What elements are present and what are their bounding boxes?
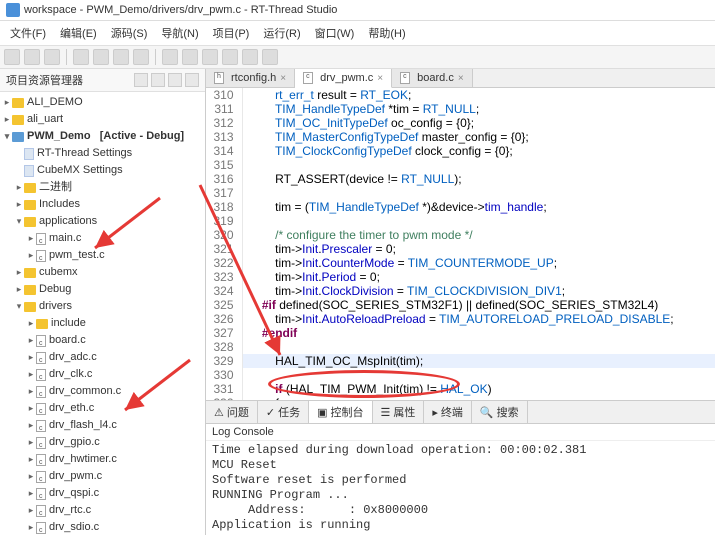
toolbar-button[interactable]	[133, 49, 149, 65]
panel-title: 项目资源管理器	[6, 72, 131, 88]
close-icon[interactable]: ×	[458, 73, 464, 84]
project-tree[interactable]: ▸ALI_DEMO ▸ali_uart ▾PWM_Demo [Active - …	[0, 92, 205, 535]
tree-file[interactable]: ▸drv_flash_l4.c	[0, 417, 205, 434]
editor-area: rtconfig.h× drv_pwm.c× board.c× 310 rt_e…	[206, 69, 715, 535]
tree-file[interactable]: ▸drv_qspi.c	[0, 485, 205, 502]
tree-item-cubemx-settings[interactable]: CubeMX Settings	[0, 162, 205, 179]
menu-help[interactable]: 帮助(H)	[362, 23, 411, 43]
editor-tab-bar: rtconfig.h× drv_pwm.c× board.c×	[206, 69, 715, 88]
window-title: workspace - PWM_Demo/drivers/drv_pwm.c -…	[24, 4, 337, 16]
toolbar-button[interactable]	[93, 49, 109, 65]
toolbar-button[interactable]	[182, 49, 198, 65]
tree-file[interactable]: ▸pwm_test.c	[0, 247, 205, 264]
tree-file-drv-pwm[interactable]: ▸drv_pwm.c	[0, 468, 205, 485]
tab-terminal[interactable]: ▸ 终端	[424, 401, 472, 423]
tab-drv-pwm[interactable]: drv_pwm.c×	[295, 69, 392, 88]
menu-file[interactable]: 文件(F)	[4, 23, 52, 43]
close-icon[interactable]: ×	[377, 73, 383, 84]
view-menu-icon[interactable]	[168, 73, 182, 87]
toolbar-button[interactable]	[202, 49, 218, 65]
toolbar-button[interactable]	[73, 49, 89, 65]
menu-edit[interactable]: 编辑(E)	[54, 23, 103, 43]
tree-folder[interactable]: ▸Includes	[0, 196, 205, 213]
project-explorer-panel: 项目资源管理器 ▸ALI_DEMO ▸ali_uart ▾PWM_Demo [A…	[0, 69, 206, 535]
tree-folder[interactable]: ▸cubemx	[0, 264, 205, 281]
tree-folder[interactable]: ▸二进制	[0, 179, 205, 196]
tab-tasks[interactable]: ✓ 任务	[258, 401, 309, 423]
tab-properties[interactable]: ☰ 属性	[373, 401, 425, 423]
tree-file[interactable]: ▸drv_gpio.c	[0, 434, 205, 451]
toolbar-button[interactable]	[113, 49, 129, 65]
main-toolbar	[0, 46, 715, 69]
tab-search[interactable]: 🔍 搜索	[472, 401, 528, 423]
menu-navigate[interactable]: 导航(N)	[155, 23, 204, 43]
minimize-icon[interactable]	[185, 73, 199, 87]
app-icon	[6, 3, 20, 17]
toolbar-button[interactable]	[242, 49, 258, 65]
tab-problems[interactable]: ⚠ 问题	[206, 401, 258, 423]
tree-folder[interactable]: ▸ALI_DEMO	[0, 94, 205, 111]
tree-file[interactable]: ▸drv_clk.c	[0, 366, 205, 383]
tab-board[interactable]: board.c×	[392, 69, 473, 87]
tab-console[interactable]: ▣ 控制台	[309, 401, 372, 423]
menu-run[interactable]: 运行(R)	[257, 23, 306, 43]
console-output[interactable]: Time elapsed during download operation: …	[206, 441, 715, 535]
menu-window[interactable]: 窗口(W)	[309, 23, 361, 43]
tree-file[interactable]: ▸drv_hwtimer.c	[0, 451, 205, 468]
tree-folder[interactable]: ▸ali_uart	[0, 111, 205, 128]
collapse-all-icon[interactable]	[151, 73, 165, 87]
tree-folder[interactable]: ▾applications	[0, 213, 205, 230]
close-icon[interactable]: ×	[280, 73, 286, 84]
tree-file[interactable]: ▸drv_sdio.c	[0, 519, 205, 535]
toolbar-button[interactable]	[222, 49, 238, 65]
window-titlebar: workspace - PWM_Demo/drivers/drv_pwm.c -…	[0, 0, 715, 21]
tree-project-active[interactable]: ▾PWM_Demo [Active - Debug]	[0, 128, 205, 145]
panel-header: 项目资源管理器	[0, 69, 205, 92]
tree-file[interactable]: ▸board.c	[0, 332, 205, 349]
tree-file[interactable]: ▸drv_adc.c	[0, 349, 205, 366]
tree-folder-drivers[interactable]: ▾drivers	[0, 298, 205, 315]
tree-folder[interactable]: ▸Debug	[0, 281, 205, 298]
link-with-editor-icon[interactable]	[134, 73, 148, 87]
bottom-view-tabs: ⚠ 问题 ✓ 任务 ▣ 控制台 ☰ 属性 ▸ 终端 🔍 搜索	[206, 400, 715, 424]
toolbar-button[interactable]	[162, 49, 178, 65]
tree-file[interactable]: ▸drv_rtc.c	[0, 502, 205, 519]
tree-folder[interactable]: ▸include	[0, 315, 205, 332]
tree-file[interactable]: ▸drv_eth.c	[0, 400, 205, 417]
toolbar-button[interactable]	[262, 49, 278, 65]
console-header: Log Console	[206, 424, 715, 441]
tree-item-rt-settings[interactable]: RT-Thread Settings	[0, 145, 205, 162]
menu-source[interactable]: 源码(S)	[105, 23, 154, 43]
menubar: 文件(F) 编辑(E) 源码(S) 导航(N) 项目(P) 运行(R) 窗口(W…	[0, 21, 715, 46]
toolbar-button[interactable]	[4, 49, 20, 65]
tree-file[interactable]: ▸drv_common.c	[0, 383, 205, 400]
toolbar-button[interactable]	[24, 49, 40, 65]
code-editor[interactable]: 310 rt_err_t result = RT_EOK;311 TIM_Han…	[206, 88, 715, 400]
menu-project[interactable]: 项目(P)	[207, 23, 256, 43]
tab-rtconfig[interactable]: rtconfig.h×	[206, 69, 295, 87]
tree-file[interactable]: ▸main.c	[0, 230, 205, 247]
toolbar-button[interactable]	[44, 49, 60, 65]
